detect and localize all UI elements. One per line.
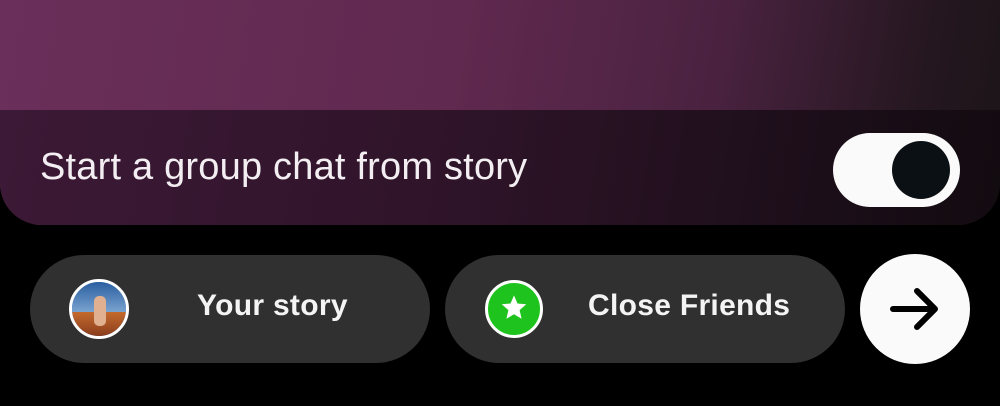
- avatar: [69, 279, 129, 339]
- toggle-knob: [892, 141, 950, 199]
- group-chat-toggle[interactable]: [833, 133, 960, 207]
- close-friends-button[interactable]: Close Friends: [445, 255, 845, 363]
- share-story-sheet: Start a group chat from story Your story…: [0, 0, 1000, 406]
- group-chat-label: Start a group chat from story: [40, 146, 528, 188]
- your-story-button[interactable]: Your story: [30, 255, 430, 363]
- send-button[interactable]: [860, 254, 970, 364]
- your-story-label: Your story: [197, 289, 348, 322]
- close-friends-label: Close Friends: [588, 289, 791, 322]
- star-icon: [485, 280, 543, 338]
- arrow-right-icon: [890, 288, 938, 330]
